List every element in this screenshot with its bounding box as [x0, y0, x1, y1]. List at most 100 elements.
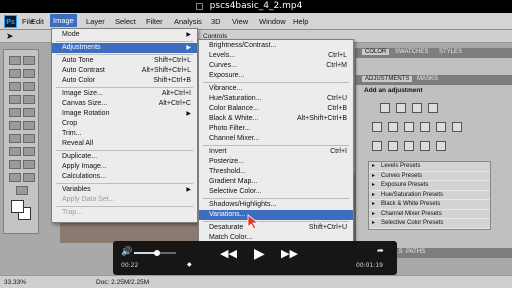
menu-item-image-rotation[interactable]: Image Rotation ▶	[52, 109, 197, 119]
tab-styles[interactable]: STYLES	[436, 49, 465, 55]
share-icon[interactable]: ➦	[377, 246, 384, 255]
invert-icon[interactable]	[372, 141, 382, 151]
curves-icon[interactable]	[412, 103, 422, 113]
shape-tool-icon[interactable]	[23, 160, 35, 169]
menu-item-channel-mixer[interactable]: Channel Mixer...	[199, 134, 353, 144]
menu-item-auto-color[interactable]: Auto Color Shift+Ctrl+B	[52, 76, 197, 86]
menu-item-adjustments[interactable]: Adjustments ▶	[52, 43, 197, 53]
selective-color-icon[interactable]	[436, 141, 446, 151]
marquee-tool-icon[interactable]	[9, 56, 21, 65]
posterize-icon[interactable]	[388, 141, 398, 151]
dodge-tool-icon[interactable]	[23, 134, 35, 143]
volume-icon[interactable]: 🔊	[121, 246, 132, 257]
menu-item-threshold[interactable]: Threshold...	[199, 167, 353, 177]
rewind-icon[interactable]: ◀◀	[220, 247, 237, 260]
menu-item-invert[interactable]: Invert Ctrl+I	[199, 147, 353, 157]
tab-swatches[interactable]: SWATCHES	[392, 49, 431, 55]
menu-item-posterize[interactable]: Posterize...	[199, 157, 353, 167]
menu-item-hue-saturation[interactable]: Hue/Saturation... Ctrl+U	[199, 94, 353, 104]
menu-item-curves[interactable]: Curves... Ctrl+M	[199, 61, 353, 71]
tab-color[interactable]: COLOR	[362, 49, 390, 55]
blur-tool-icon[interactable]	[9, 134, 21, 143]
clone-stamp-tool-icon[interactable]	[9, 108, 21, 117]
brush-tool-icon[interactable]	[23, 95, 35, 104]
healing-brush-tool-icon[interactable]	[9, 95, 21, 104]
preset-curves[interactable]: Curves Presets	[369, 172, 490, 181]
menu-image[interactable]: Image	[50, 14, 77, 27]
menu-analysis[interactable]: Analysis	[174, 17, 202, 26]
menu-item-trim[interactable]: Trim...	[52, 129, 197, 139]
menu-item-calculations[interactable]: Calculations...	[52, 172, 197, 182]
menu-item-desaturate[interactable]: Desaturate Shift+Ctrl+U	[199, 223, 353, 233]
menu-item-auto-contrast[interactable]: Auto Contrast Alt+Shift+Ctrl+L	[52, 66, 197, 76]
color-balance-icon[interactable]	[404, 122, 414, 132]
preset-exposure[interactable]: Exposure Presets	[369, 181, 490, 191]
levels-icon[interactable]	[396, 103, 406, 113]
menu-item-black-white[interactable]: Black & White... Alt+Shift+Ctrl+B	[199, 114, 353, 124]
gradient-tool-icon[interactable]	[23, 121, 35, 130]
history-brush-tool-icon[interactable]	[23, 108, 35, 117]
eraser-tool-icon[interactable]	[9, 121, 21, 130]
menu-select[interactable]: Select	[115, 17, 136, 26]
menu-item-reveal-all[interactable]: Reveal All	[52, 139, 197, 149]
playhead-icon[interactable]: ◆	[187, 261, 192, 268]
tab-masks[interactable]: MASKS	[414, 76, 441, 82]
menu-filter[interactable]: Filter	[146, 17, 163, 26]
menu-item-apply-image[interactable]: Apply Image...	[52, 162, 197, 172]
eyedropper-tool-icon[interactable]	[23, 82, 35, 91]
3d-rotate-tool-icon[interactable]	[9, 173, 21, 182]
preset-hue-saturation[interactable]: Hue/Saturation Presets	[369, 191, 490, 200]
menu-item-photo-filter[interactable]: Photo Filter...	[199, 124, 353, 134]
move-tool-icon[interactable]: ➤	[6, 31, 14, 42]
tab-adjustments[interactable]: ADJUSTMENTS	[362, 76, 413, 82]
preset-selective-color[interactable]: Selective Color Presets	[369, 219, 490, 229]
menu-item-duplicate[interactable]: Duplicate...	[52, 152, 197, 162]
menu-item-crop[interactable]: Crop	[52, 119, 197, 129]
photo-filter-icon[interactable]	[436, 122, 446, 132]
menu-help[interactable]: Help	[293, 17, 308, 26]
hand-tool-icon[interactable]	[23, 173, 35, 182]
pen-tool-icon[interactable]	[9, 147, 21, 156]
menu-item-exposure[interactable]: Exposure...	[199, 71, 353, 81]
menu-3d[interactable]: 3D	[211, 17, 221, 26]
menu-item-mode[interactable]: Mode ▶	[52, 30, 197, 40]
menu-item-vibrance[interactable]: Vibrance...	[199, 84, 353, 94]
type-tool-icon[interactable]	[23, 147, 35, 156]
gradient-map-icon[interactable]	[420, 141, 430, 151]
threshold-icon[interactable]	[404, 141, 414, 151]
path-selection-tool-icon[interactable]	[9, 160, 21, 169]
menu-layer[interactable]: Layer	[86, 17, 105, 26]
menu-item-gradient-map[interactable]: Gradient Map...	[199, 177, 353, 187]
black-white-icon[interactable]	[420, 122, 430, 132]
volume-handle[interactable]	[154, 250, 161, 256]
menu-item-levels[interactable]: Levels... Ctrl+L	[199, 51, 353, 61]
quick-select-tool-icon[interactable]	[23, 69, 35, 78]
menu-view[interactable]: View	[232, 17, 248, 26]
preset-channel-mixer[interactable]: Channel Mixer Presets	[369, 210, 490, 219]
menu-item-variables[interactable]: Variables ▶	[52, 185, 197, 195]
channel-mixer-icon[interactable]	[452, 122, 462, 132]
menu-item-shadows-highlights[interactable]: Shadows/Highlights...	[199, 200, 353, 210]
zoom-tool-icon[interactable]	[16, 186, 28, 195]
hue-saturation-icon[interactable]	[388, 122, 398, 132]
foreground-color-swatch[interactable]	[11, 200, 24, 213]
menu-item-color-balance[interactable]: Color Balance... Ctrl+B	[199, 104, 353, 114]
menu-item-canvas-size[interactable]: Canvas Size... Alt+Ctrl+C	[52, 99, 197, 109]
menu-item-brightness-contrast[interactable]: Brightness/Contrast...	[199, 41, 353, 51]
exposure-icon[interactable]	[428, 103, 438, 113]
zoom-level[interactable]: 33.33%	[4, 279, 26, 286]
move-tool-icon[interactable]	[23, 56, 35, 65]
menu-item-variations[interactable]: Variations...	[199, 210, 353, 220]
fast-forward-icon[interactable]: ▶▶	[281, 247, 298, 260]
menu-item-auto-tone[interactable]: Auto Tone Shift+Ctrl+L	[52, 56, 197, 66]
vibrance-icon[interactable]	[372, 122, 382, 132]
tab-paths[interactable]: PATHS	[403, 249, 428, 255]
volume-slider[interactable]	[134, 250, 176, 256]
crop-tool-icon[interactable]	[9, 82, 21, 91]
menu-item-image-size[interactable]: Image Size... Alt+Ctrl+I	[52, 89, 197, 99]
menu-item-selective-color[interactable]: Selective Color...	[199, 187, 353, 197]
preset-black-white[interactable]: Black & White Presets	[369, 200, 490, 210]
preset-levels[interactable]: Levels Presets	[369, 162, 490, 172]
menu-window[interactable]: Window	[259, 17, 286, 26]
menu-edit[interactable]: Edit	[31, 17, 44, 26]
